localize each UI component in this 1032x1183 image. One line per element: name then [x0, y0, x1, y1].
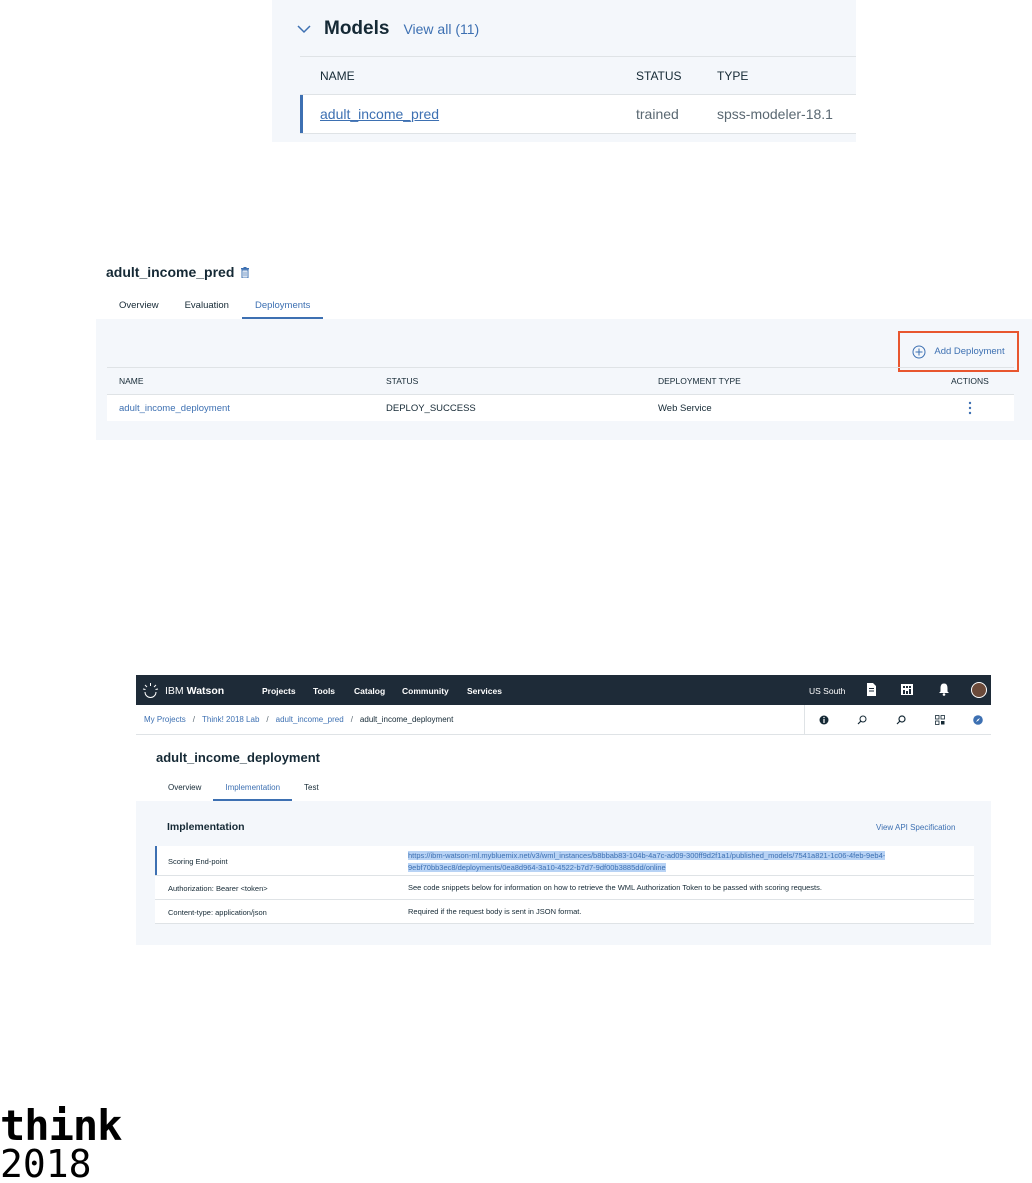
top-navbar: IBM Watson Projects Tools Catalog Commun…	[136, 675, 991, 705]
add-deployment-label: Add Deployment	[934, 346, 1005, 357]
brand-name: Watson	[186, 684, 225, 697]
table-header-row: NAME STATUS DEPLOYMENT TYPE ACTIONS	[107, 367, 1014, 394]
tab-overview[interactable]: Overview	[156, 783, 213, 801]
nav-community[interactable]: Community	[402, 686, 449, 696]
deployment-window: IBM Watson Projects Tools Catalog Commun…	[136, 675, 991, 945]
think-2018-logo: think 2018	[0, 1101, 122, 1183]
region-selector[interactable]: US South	[809, 686, 845, 696]
column-header-status[interactable]: STATUS	[386, 376, 418, 386]
scoring-endpoint-url[interactable]: https://ibm-watson-ml.mybluemix.net/v3/w…	[408, 850, 968, 874]
column-header-name[interactable]: NAME	[320, 69, 355, 83]
ibm-watson-logo[interactable]: IBM Watson	[142, 682, 224, 699]
view-all-link[interactable]: View all (11)	[403, 21, 479, 37]
models-title: Models	[324, 18, 390, 39]
deployment-name-link[interactable]: adult_income_deployment	[119, 403, 230, 414]
breadcrumb-current: adult_income_deployment	[359, 715, 454, 724]
implementation-table: Scoring End-point https://ibm-watson-ml.…	[155, 846, 974, 924]
row-key: Content-type: application/json	[168, 908, 267, 917]
breadcrumb-my-projects[interactable]: My Projects	[144, 715, 186, 724]
logo-line-year: 2018	[0, 1142, 92, 1183]
tab-deployments[interactable]: Deployments	[241, 296, 324, 319]
deployments-panel: Add Deployment NAME STATUS DEPLOYMENT TY…	[96, 319, 1032, 440]
user-avatar[interactable]	[971, 682, 987, 698]
nav-services[interactable]: Services	[467, 686, 502, 696]
row-key: Scoring End-point	[168, 857, 228, 866]
column-header-type[interactable]: TYPE	[717, 69, 748, 83]
table-header-row: NAME STATUS TYPE	[300, 56, 856, 95]
trash-icon[interactable]	[240, 266, 250, 278]
scoring-endpoint-text[interactable]: https://ibm-watson-ml.mybluemix.net/v3/w…	[408, 851, 886, 872]
deployment-title: adult_income_deployment	[156, 750, 320, 765]
models-table: NAME STATUS TYPE adult_income_pred train…	[300, 56, 856, 134]
section-title: Implementation	[167, 821, 245, 833]
deployment-type: Web Service	[658, 402, 712, 414]
models-panel: Models View all (11) NAME STATUS TYPE ad…	[272, 0, 856, 142]
table-row: Content-type: application/json Required …	[155, 900, 974, 924]
column-header-actions: ACTIONS	[951, 376, 989, 386]
model-type: spss-modeler-18.1	[717, 106, 833, 122]
breadcrumb-model[interactable]: adult_income_pred	[276, 715, 344, 724]
row-key: Authorization: Bearer <token>	[168, 884, 268, 893]
logo-line-think: think	[0, 1101, 122, 1150]
breadcrumb-bar: My Projects / Think! 2018 Lab / adult_income…	[136, 705, 991, 735]
nav-catalog[interactable]: Catalog	[354, 686, 385, 696]
deployment-status: DEPLOY_SUCCESS	[386, 402, 476, 414]
breadcrumb-project[interactable]: Think! 2018 Lab	[202, 715, 259, 724]
table-row: Scoring End-point https://ibm-watson-ml.…	[155, 846, 974, 876]
model-title: adult_income_pred	[106, 264, 250, 280]
dashboard-icon[interactable]	[901, 683, 913, 696]
column-header-deployment-type[interactable]: DEPLOYMENT TYPE	[658, 376, 741, 386]
model-title-text: adult_income_pred	[106, 264, 235, 280]
table-row[interactable]: adult_income_pred trained spss-modeler-1…	[300, 95, 856, 134]
add-circle-icon	[912, 345, 926, 358]
model-tabs: Overview Evaluation Deployments	[106, 296, 324, 319]
model-name-link[interactable]: adult_income_pred	[320, 106, 439, 122]
breadcrumb: My Projects / Think! 2018 Lab / adult_income…	[144, 715, 454, 724]
row-value: Required if the request body is sent in …	[408, 907, 582, 916]
collaborators-icon[interactable]	[896, 715, 906, 725]
deployment-tabs: Overview Implementation Test	[156, 783, 331, 801]
chevron-down-icon[interactable]	[296, 21, 312, 37]
data-assets-icon[interactable]	[935, 715, 945, 725]
brand-prefix: IBM	[165, 684, 184, 697]
column-header-status[interactable]: STATUS	[636, 69, 682, 83]
tab-test[interactable]: Test	[292, 783, 331, 801]
deployments-table: NAME STATUS DEPLOYMENT TYPE ACTIONS adul…	[107, 367, 1014, 421]
tab-evaluation[interactable]: Evaluation	[172, 296, 242, 319]
models-header: Models View all (11)	[296, 14, 479, 44]
implementation-panel: Implementation View API Specification Sc…	[136, 801, 991, 945]
tab-overview[interactable]: Overview	[106, 296, 172, 319]
notification-bell-icon[interactable]	[938, 683, 950, 696]
compass-icon[interactable]	[973, 715, 983, 725]
column-header-name[interactable]: NAME	[119, 376, 144, 386]
document-icon[interactable]	[865, 683, 877, 696]
table-row[interactable]: adult_income_deployment DEPLOY_SUCCESS W…	[107, 394, 1014, 421]
info-icon[interactable]	[819, 715, 829, 725]
table-row: Authorization: Bearer <token> See code s…	[155, 876, 974, 900]
watson-logo-icon	[142, 683, 159, 698]
search-history-icon[interactable]	[857, 715, 867, 725]
toolbar	[804, 705, 991, 735]
nav-projects[interactable]: Projects	[262, 686, 296, 696]
nav-tools[interactable]: Tools	[313, 686, 335, 696]
tab-implementation[interactable]: Implementation	[213, 783, 293, 801]
add-deployment-button[interactable]: Add Deployment	[898, 331, 1019, 372]
overflow-menu-icon[interactable]	[967, 401, 973, 415]
view-api-spec-link[interactable]: View API Specification	[876, 823, 955, 832]
model-status: trained	[636, 106, 679, 122]
row-value: See code snippets below for information …	[408, 883, 822, 892]
